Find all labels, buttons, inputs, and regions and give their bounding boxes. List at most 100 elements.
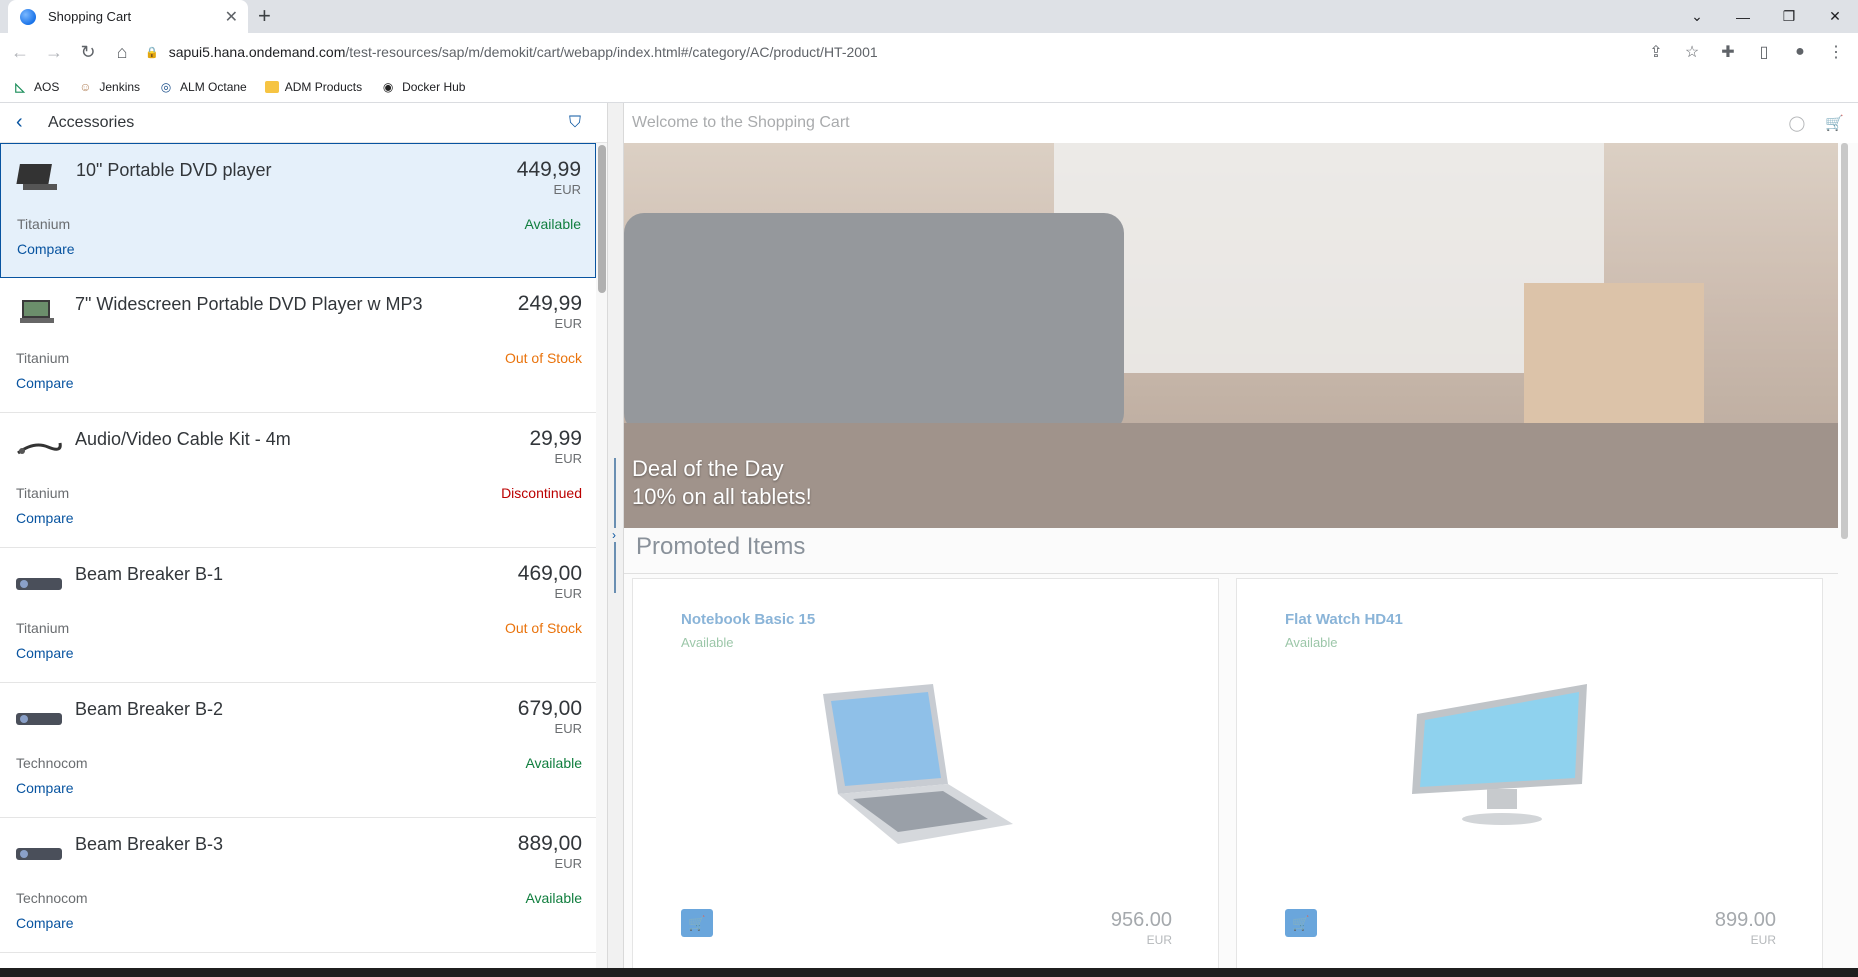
browser-tab[interactable]: Shopping Cart ✕ (8, 0, 248, 33)
bookmark-star-icon[interactable]: ☆ (1678, 38, 1706, 66)
product-name: 7" Widescreen Portable DVD Player w MP3 (75, 294, 423, 314)
user-avatar-icon[interactable]: ◯ (1789, 114, 1806, 132)
close-window-button[interactable]: ✕ (1812, 0, 1858, 33)
card-title-link[interactable]: Notebook Basic 15 (681, 611, 815, 628)
list-item[interactable]: Beam Breaker B-3 889,00 EUR Technocom Av… (0, 818, 596, 953)
bookmark-label: Docker Hub (402, 79, 466, 94)
jenkins-icon: ☺ (79, 79, 92, 94)
side-panel-icon[interactable]: ▯ (1750, 38, 1778, 66)
product-currency: EUR (554, 316, 582, 331)
list-item[interactable]: 10" Portable DVD player 449,99 EUR Titan… (0, 143, 596, 278)
tab-title: Shopping Cart (48, 9, 132, 24)
card-price: 899.00 (1714, 909, 1776, 931)
product-thumbnail (16, 164, 57, 190)
splitter-grip (614, 458, 616, 593)
lock-icon[interactable]: 🔒 (145, 46, 159, 59)
bookmark-alm-octane[interactable]: ◎ ALM Octane (158, 79, 247, 95)
restore-button[interactable]: ❐ (1766, 0, 1812, 33)
card-title-link[interactable]: Flat Watch HD41 (1285, 611, 1403, 628)
add-to-cart-button[interactable]: 🛒 (681, 909, 713, 937)
home-icon[interactable]: ⌂ (108, 38, 136, 66)
product-price: 469,00 (517, 562, 582, 585)
browser-tab-bar: Shopping Cart ✕ + ⌄ — ❐ ✕ (0, 0, 1858, 33)
product-name: Audio/Video Cable Kit - 4m (75, 429, 291, 449)
notebook-image (823, 684, 1013, 844)
list-item[interactable]: 7" Widescreen Portable DVD Player w MP3 … (0, 278, 596, 413)
card-status: Available (681, 635, 734, 650)
minimize-button[interactable]: — (1720, 0, 1766, 33)
compare-link[interactable]: Compare (16, 780, 74, 796)
master-header: ‹ Accessories ⛉ (0, 103, 607, 143)
nav-back-icon[interactable]: ‹ (16, 111, 40, 134)
list-item[interactable]: Beam Breaker B-2 679,00 EUR Technocom Av… (0, 683, 596, 818)
product-thumbnail (17, 442, 62, 455)
product-supplier: Technocom (16, 755, 88, 771)
list-item[interactable]: Audio/Video Cable Kit - 4m 29,99 EUR Tit… (0, 413, 596, 548)
hero-caption: Deal of the Day 10% on all tablets! (632, 455, 812, 511)
bookmark-aos[interactable]: ◺ AOS (12, 79, 59, 95)
product-currency: EUR (553, 182, 581, 197)
alm-octane-icon: ◎ (160, 79, 172, 94)
bookmark-jenkins[interactable]: ☺ Jenkins (77, 79, 140, 95)
filter-icon[interactable]: ⛉ (569, 114, 581, 132)
hero-line-2: 10% on all tablets! (632, 484, 812, 509)
master-scrollbar-thumb[interactable] (598, 145, 606, 293)
compare-link[interactable]: Compare (16, 510, 74, 526)
share-icon[interactable]: ⇪ (1642, 38, 1670, 66)
menu-kebab-icon[interactable]: ⋮ (1822, 38, 1850, 66)
welcome-title: Welcome to the Shopping Cart (632, 114, 850, 131)
tab-close-icon[interactable]: ✕ (225, 7, 238, 27)
sap-favicon-icon (20, 8, 36, 25)
monitor-image (1412, 684, 1587, 825)
list-item[interactable]: Beam Breaker B-1 469,00 EUR Titanium Out… (0, 548, 596, 683)
new-tab-button[interactable]: + (258, 4, 271, 28)
product-price: 449,99 (516, 158, 581, 181)
profile-avatar-icon[interactable]: ● (1786, 38, 1814, 66)
compare-link[interactable]: Compare (16, 915, 74, 931)
card-currency: EUR (1146, 933, 1172, 947)
bookmark-label: Jenkins (99, 79, 141, 94)
chevron-right-icon[interactable]: › (612, 528, 616, 542)
url-host: sapui5.hana.ondemand.com (168, 44, 346, 60)
detail-scrollbar[interactable] (1838, 143, 1850, 543)
product-name: Beam Breaker B-2 (75, 699, 224, 719)
bookmark-adm-products[interactable]: ADM Products (264, 79, 363, 94)
cart-icon[interactable]: 🛒 (1825, 114, 1844, 132)
product-list: 10" Portable DVD player 449,99 EUR Titan… (0, 143, 596, 953)
product-status: Discontinued (501, 485, 582, 501)
detail-pane: Welcome to the Shopping Cart ◯ 🛒 Deal of… (624, 103, 1858, 968)
product-status: Out of Stock (504, 350, 582, 366)
deal-of-the-day-banner[interactable]: Deal of the Day 10% on all tablets! (624, 143, 1838, 528)
master-scrollbar[interactable] (596, 143, 607, 968)
product-status: Out of Stock (504, 620, 582, 636)
product-price: 889,00 (517, 832, 582, 855)
category-title: Accessories (48, 113, 135, 131)
promoted-card[interactable]: Flat Watch HD41 Available 🛒 899.00 EUR (1236, 578, 1823, 968)
product-name: Beam Breaker B-1 (75, 564, 224, 584)
promoted-card[interactable]: Notebook Basic 15 Available 🛒 956.00 EUR (632, 578, 1219, 968)
reload-icon[interactable]: ↻ (74, 38, 102, 66)
product-price: 29,99 (529, 427, 582, 450)
compare-link[interactable]: Compare (16, 375, 74, 391)
compare-link[interactable]: Compare (17, 241, 75, 257)
product-name: 10" Portable DVD player (76, 160, 272, 180)
compare-link[interactable]: Compare (16, 645, 74, 661)
aos-icon: ◺ (15, 79, 25, 94)
os-taskbar (0, 968, 1858, 977)
detail-scrollbar-thumb[interactable] (1841, 143, 1848, 539)
forward-arrow-icon[interactable]: → (40, 38, 68, 66)
card-price: 956.00 (1110, 909, 1172, 931)
extensions-icon[interactable]: ✚ (1714, 38, 1742, 66)
toolbar-actions: ⇪ ☆ ✚ ▯ ● ⋮ (1642, 38, 1850, 66)
tab-search-icon[interactable]: ⌄ (1674, 0, 1720, 33)
product-currency: EUR (554, 721, 582, 736)
add-to-cart-button[interactable]: 🛒 (1285, 909, 1317, 937)
product-currency: EUR (554, 586, 582, 601)
bookmark-label: ADM Products (284, 79, 363, 94)
bookmark-docker-hub[interactable]: ◉ Docker Hub (380, 79, 466, 95)
back-arrow-icon[interactable]: ← (6, 38, 34, 66)
pane-splitter[interactable]: › (608, 103, 624, 968)
product-currency: EUR (554, 451, 582, 466)
card-status: Available (1285, 635, 1338, 650)
address-bar[interactable]: 🔒 sapui5.hana.ondemand.com/test-resource… (145, 38, 1665, 66)
